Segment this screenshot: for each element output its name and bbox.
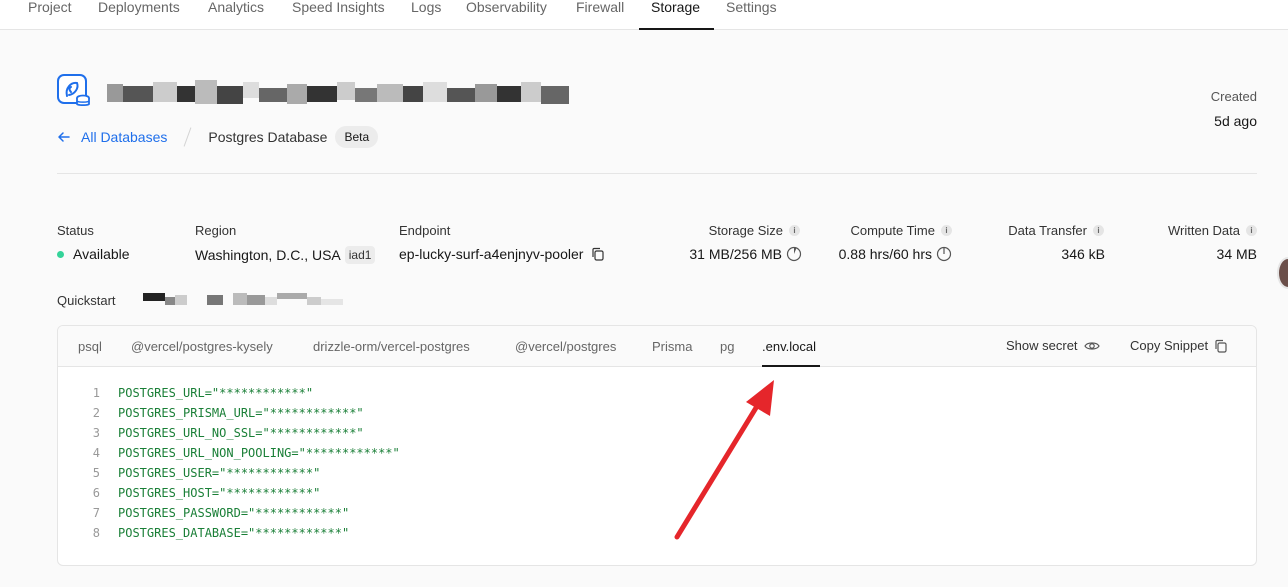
region-value: Washington, D.C., USA iad1: [195, 246, 376, 264]
line-content: POSTGRES_URL_NON_POOLING="************": [118, 446, 400, 460]
active-snippet-tab-indicator: [762, 365, 820, 367]
status-available-dot: [57, 250, 64, 258]
tab-storage[interactable]: Storage: [651, 0, 700, 30]
eye-icon: [1083, 341, 1100, 350]
tab-analytics[interactable]: Analytics: [208, 0, 264, 30]
storage-size-value-text: 31 MB/256 MB: [689, 246, 782, 262]
status-value: Available: [57, 246, 130, 262]
data-transfer-label: Data Transfer i: [1008, 223, 1104, 238]
database-name-redacted: [107, 80, 569, 104]
all-databases-link[interactable]: All Databases: [57, 129, 167, 145]
written-data-label: Written Data i: [1168, 223, 1257, 238]
region-value-text: Washington, D.C., USA: [195, 247, 341, 263]
active-tab-indicator: [639, 28, 714, 30]
line-number: 3: [92, 426, 100, 440]
line-content: POSTGRES_PASSWORD="************": [118, 506, 350, 520]
snippet-tab-vercel-postgres[interactable]: @vercel/postgres: [515, 339, 616, 354]
snippet-tab-psql[interactable]: psql: [78, 339, 102, 354]
region-label: Region: [195, 223, 236, 238]
compute-time-value-text: 0.88 hrs/60 hrs: [838, 246, 932, 262]
tab-deployments[interactable]: Deployments: [98, 0, 180, 30]
region-code-badge: iad1: [344, 246, 376, 264]
info-icon[interactable]: i: [1093, 225, 1104, 236]
written-data-value-text: 34 MB: [1216, 246, 1257, 262]
line-number: 6: [92, 486, 100, 500]
written-data-value: 34 MB: [1217, 246, 1257, 262]
written-data-label-text: Written Data: [1167, 223, 1240, 238]
tab-project[interactable]: Project: [28, 0, 72, 30]
compute-time-value: 0.88 hrs/60 hrs: [839, 246, 952, 262]
tab-firewall[interactable]: Firewall: [576, 0, 624, 30]
endpoint-label-text: Endpoint: [399, 223, 451, 238]
tab-settings[interactable]: Settings: [726, 0, 777, 30]
data-transfer-value: 346 kB: [1061, 246, 1105, 262]
line-content: POSTGRES_DATABASE="************": [118, 526, 350, 540]
show-secret-button[interactable]: Show secret: [1006, 338, 1100, 353]
line-content: POSTGRES_PRISMA_URL="************": [118, 406, 364, 420]
tab-observability[interactable]: Observability: [466, 0, 547, 30]
avatar[interactable]: [1277, 257, 1288, 289]
line-content: POSTGRES_HOST="************": [118, 486, 321, 500]
top-nav: Project Deployments Analytics Speed Insi…: [0, 0, 1288, 30]
storage-size-label-text: Storage Size: [708, 223, 783, 238]
snippet-tab-env-local[interactable]: .env.local: [762, 339, 816, 354]
breadcrumb-current: Postgres Database: [208, 129, 328, 145]
snippet-tab-postgres-kysely[interactable]: @vercel/postgres-kysely: [131, 339, 273, 354]
arrow-left-icon: [58, 132, 70, 142]
line-number: 8: [92, 526, 100, 540]
data-transfer-label-text: Data Transfer: [1008, 223, 1087, 238]
info-icon[interactable]: i: [1246, 225, 1257, 236]
line-number: 5: [92, 466, 100, 480]
region-label-text: Region: [195, 223, 237, 238]
endpoint-value-text: ep-lucky-surf-a4enjnyv-pooler: [399, 246, 584, 262]
created-value: 5d ago: [1214, 113, 1257, 129]
snippet-tab-prisma[interactable]: Prisma: [652, 339, 692, 354]
storage-size-value: 31 MB/256 MB: [689, 246, 802, 262]
tab-logs[interactable]: Logs: [411, 0, 441, 30]
show-secret-label: Show secret: [1006, 338, 1078, 353]
code-snippet-panel: psql @vercel/postgres-kysely drizzle-orm…: [57, 325, 1257, 566]
copy-snippet-label: Copy Snippet: [1130, 338, 1209, 353]
info-icon[interactable]: i: [789, 225, 800, 236]
snippet-tab-pg[interactable]: pg: [720, 339, 734, 354]
copy-endpoint-icon[interactable]: [591, 247, 605, 261]
all-databases-label: All Databases: [81, 129, 168, 145]
beta-badge: Beta: [335, 126, 379, 148]
usage-pie-icon: [786, 246, 802, 262]
status-value-text: Available: [73, 246, 130, 262]
compute-time-label-text: Compute Time: [850, 223, 935, 238]
status-label: Status: [57, 223, 94, 238]
created-label: Created: [1210, 89, 1257, 104]
quickstart-redacted: [143, 293, 343, 305]
line-number: 4: [92, 446, 100, 460]
status-label-text: Status: [57, 223, 94, 238]
line-content: POSTGRES_URL_NO_SSL="************": [118, 426, 364, 440]
annotation-arrow-icon: [674, 380, 774, 540]
copy-icon: [1215, 339, 1227, 353]
header-divider: [57, 173, 1257, 174]
copy-snippet-button[interactable]: Copy Snippet: [1130, 338, 1228, 353]
line-content: POSTGRES_USER="************": [118, 466, 321, 480]
data-transfer-value-text: 346 kB: [1061, 246, 1105, 262]
tab-speed-insights[interactable]: Speed Insights: [292, 0, 385, 30]
endpoint-value: ep-lucky-surf-a4enjnyv-pooler: [399, 246, 605, 262]
breadcrumb: All Databases Postgres Database Beta: [57, 125, 379, 149]
line-number: 2: [92, 406, 100, 420]
compute-time-label: Compute Time i: [850, 223, 952, 238]
storage-size-label: Storage Size i: [709, 223, 800, 238]
line-content: POSTGRES_URL="************": [118, 386, 314, 400]
line-number: 7: [92, 506, 100, 520]
snippet-tabs: psql @vercel/postgres-kysely drizzle-orm…: [58, 326, 1256, 367]
usage-pie-icon: [936, 246, 952, 262]
info-icon[interactable]: i: [941, 225, 952, 236]
postgres-database-icon: [57, 74, 90, 107]
breadcrumb-separator: [184, 127, 192, 147]
line-number: 1: [92, 386, 100, 400]
snippet-tab-drizzle[interactable]: drizzle-orm/vercel-postgres: [313, 339, 470, 354]
quickstart-label: Quickstart: [57, 293, 116, 308]
endpoint-label: Endpoint: [399, 223, 450, 238]
